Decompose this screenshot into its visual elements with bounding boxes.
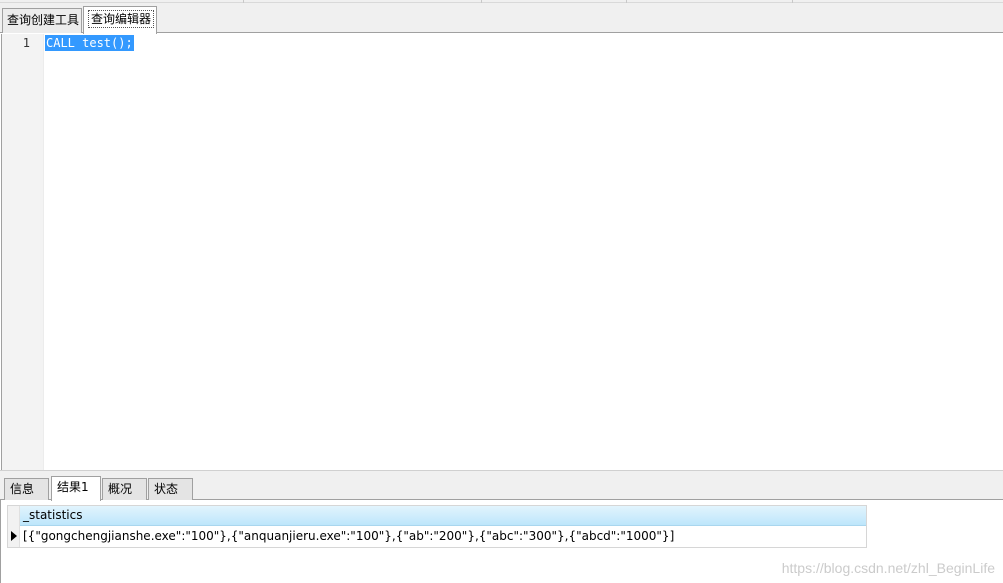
selected-code-line[interactable]: CALL test(); — [45, 35, 134, 51]
column-header-statistics[interactable]: _statistics — [20, 506, 866, 526]
tab-query-builder-label: 查询创建工具 — [7, 13, 80, 27]
result-tab-bar: 信息 结果1 概况 状态 — [0, 475, 1003, 501]
tab-status[interactable]: 状态 — [148, 478, 193, 500]
watermark: https://blog.csdn.net/zhl_BeginLife — [781, 560, 995, 576]
query-editor[interactable]: 1 CALL test(); — [1, 34, 1003, 470]
tab-result1[interactable]: 结果1 — [51, 476, 101, 501]
tab-info[interactable]: 信息 — [4, 478, 49, 500]
result-grid: _statistics [{"gongchengjianshe.exe":"10… — [7, 505, 867, 548]
tab-query-editor[interactable]: 查询编辑器 — [83, 6, 157, 34]
code-area[interactable]: CALL test(); — [44, 34, 1003, 470]
result-pane: _statistics [{"gongchengjianshe.exe":"10… — [0, 500, 1003, 583]
tab-query-editor-label: 查询编辑器 — [88, 10, 155, 28]
line-number: 1 — [22, 36, 30, 50]
grid-corner — [8, 506, 20, 526]
query-tab-bar: 查询创建工具 查询编辑器 — [0, 3, 1003, 34]
line-number-gutter: 1 — [2, 34, 44, 470]
table-cell[interactable]: [{"gongchengjianshe.exe":"100"},{"anquan… — [20, 526, 866, 547]
current-row-arrow-icon — [11, 531, 17, 541]
row-indicator[interactable] — [8, 526, 20, 547]
tab-query-builder[interactable]: 查询创建工具 — [2, 8, 82, 33]
tab-overview[interactable]: 概况 — [102, 478, 147, 500]
